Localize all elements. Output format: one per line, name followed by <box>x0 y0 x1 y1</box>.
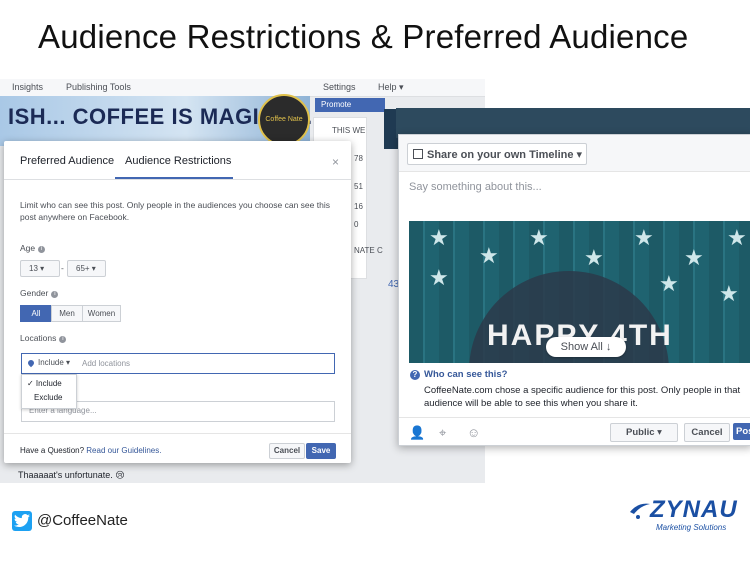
modal-footer-divider <box>4 433 351 434</box>
location-pin-icon <box>26 358 36 368</box>
add-locations-placeholder: Add locations <box>82 359 131 368</box>
locations-label: Locations i <box>20 333 67 343</box>
guidelines-link[interactable]: Read our Guidelines. <box>86 446 161 455</box>
brand-swoosh-icon <box>630 503 650 519</box>
shared-post-image: ★ ★ ★ ★ ★ ★ ★ ★ ★ ★ HAPPY 4TH Show All ↓ <box>409 221 750 363</box>
promote-button[interactable]: Promote <box>315 98 385 112</box>
include-dropdown[interactable]: Include ▾ <box>38 358 70 367</box>
close-icon[interactable]: × <box>332 155 339 169</box>
say-something-input[interactable]: Say something about this... <box>409 181 542 193</box>
nav-insights[interactable]: Insights <box>12 82 43 92</box>
gender-all-button[interactable]: All <box>20 305 52 322</box>
active-tab-indicator <box>115 177 233 179</box>
nav-help[interactable]: Help ▾ <box>378 82 404 93</box>
privacy-public-button[interactable]: Public ▾ <box>610 423 678 442</box>
brand-tagline: Marketing Solutions <box>656 523 727 532</box>
star-icon: ★ <box>429 225 449 250</box>
info-icon: i <box>51 291 59 298</box>
brand-name: ZYNAU <box>650 496 738 523</box>
tab-audience-restrictions[interactable]: Audience Restrictions <box>125 155 231 167</box>
cancel-button[interactable]: Cancel <box>269 443 305 459</box>
nav-publishing-tools[interactable]: Publishing Tools <box>66 82 131 92</box>
audience-modal: Preferred Audience Audience Restrictions… <box>4 141 351 463</box>
share-cancel-button[interactable]: Cancel <box>684 423 730 442</box>
star-icon: ★ <box>429 265 449 290</box>
info-icon: i <box>59 336 67 343</box>
restriction-description-2: post anywhere on Facebook. <box>20 212 130 222</box>
restriction-description-1: Limit who can see this post. Only people… <box>20 200 330 210</box>
info-icon: i <box>38 246 46 253</box>
nav-settings[interactable]: Settings <box>323 82 356 92</box>
age-max-select[interactable]: 65+ ▾ <box>67 260 106 277</box>
age-label: Age i <box>20 243 46 253</box>
menu-item-include[interactable]: ✓ Include <box>27 379 62 388</box>
page-top-nav: Insights Publishing Tools Settings Help … <box>0 79 485 97</box>
comment-text: Thaaaaat's unfortunate. 😢 <box>18 470 125 480</box>
share-target-dropdown[interactable]: Share on your own Timeline ▾ <box>407 143 587 165</box>
star-icon: ★ <box>727 225 747 250</box>
page-logo: Coffee Nate <box>258 94 310 146</box>
age-min-select[interactable]: 13 ▾ <box>20 260 60 277</box>
share-footer: 👤 ⌖ ☺ Public ▾ Cancel Post <box>399 417 750 446</box>
star-icon: ★ <box>684 245 704 270</box>
share-dialog: Share on your own Timeline ▾ Say somethi… <box>398 134 750 446</box>
locations-input[interactable]: Include ▾ Add locations <box>21 353 335 374</box>
include-exclude-menu: ✓ Include Exclude <box>21 374 77 409</box>
star-icon: ★ <box>529 225 549 250</box>
gender-women-button[interactable]: Women <box>82 305 121 322</box>
location-icon[interactable]: ⌖ <box>439 425 446 441</box>
slide-title: Audience Restrictions & Preferred Audien… <box>38 18 689 55</box>
brand-logo: ZYNAU Marketing Solutions <box>628 494 746 536</box>
twitter-handle: @CoffeeNate <box>37 512 128 529</box>
modal-tabs: Preferred Audience Audience Restrictions… <box>4 141 351 180</box>
tag-friends-icon[interactable]: 👤 <box>409 425 425 441</box>
save-button[interactable]: Save <box>306 443 336 459</box>
question-text: Have a Question? Read our Guidelines. <box>20 446 162 455</box>
who-can-see-title[interactable]: Who can see this? <box>424 369 507 380</box>
post-button[interactable]: Post <box>733 423 750 440</box>
emoji-icon[interactable]: ☺ <box>467 425 480 440</box>
cover-photo: ISH... COFFEE IS MAGICAL. Coffee Nate <box>0 94 312 146</box>
star-icon: ★ <box>584 245 604 270</box>
share-header: Share on your own Timeline ▾ <box>399 135 750 172</box>
age-separator: - <box>61 263 64 273</box>
question-icon: ? <box>410 370 420 380</box>
star-icon: ★ <box>634 225 654 250</box>
show-all-button[interactable]: Show All ↓ <box>546 337 626 357</box>
tab-preferred-audience[interactable]: Preferred Audience <box>20 155 114 167</box>
star-icon: ★ <box>659 271 679 296</box>
who-can-see-line-1: CoffeeNate.com chose a specific audience… <box>424 385 741 396</box>
edit-icon <box>413 149 423 159</box>
star-icon: ★ <box>479 243 499 268</box>
menu-item-exclude[interactable]: Exclude <box>34 393 62 402</box>
gender-label: Gender i <box>20 288 59 298</box>
star-icon: ★ <box>719 281 739 306</box>
gender-men-button[interactable]: Men <box>51 305 83 322</box>
who-can-see-line-2: audience will be able to see this when y… <box>424 398 638 409</box>
twitter-icon <box>12 511 32 531</box>
